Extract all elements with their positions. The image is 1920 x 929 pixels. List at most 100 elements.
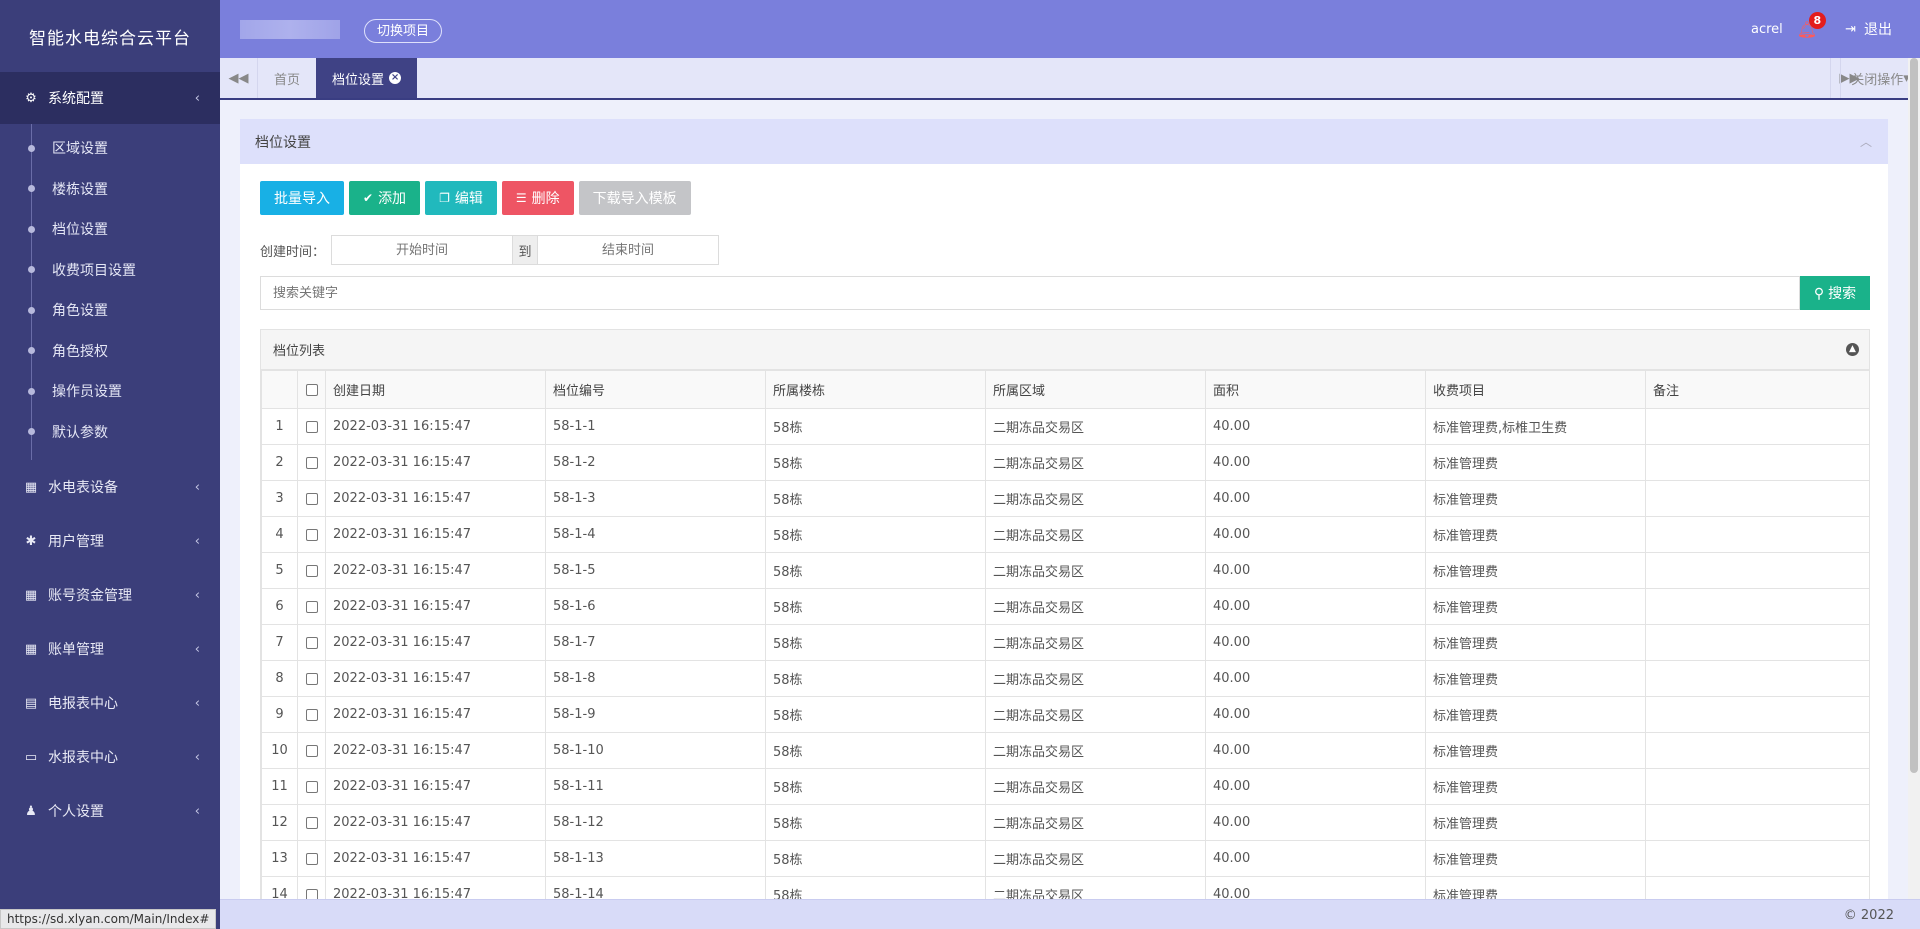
sidebar-subitem[interactable]: 档位设置 bbox=[0, 209, 220, 250]
sidebar-group[interactable]: ▦ 账号资金管理 ‹ bbox=[0, 568, 220, 622]
sidebar-group[interactable]: ♟ 个人设置 ‹ bbox=[0, 784, 220, 838]
table-cell: 二期冻品交易区 bbox=[985, 624, 1206, 661]
column-header[interactable]: 创建日期 bbox=[325, 370, 546, 409]
row-checkbox[interactable] bbox=[297, 624, 326, 661]
delete-button[interactable]: ☰ 删除 bbox=[501, 181, 574, 215]
table-row[interactable]: 7 2022-03-31 16:15:47 58-1-7 58栋 二期冻品交易区 40.0… bbox=[261, 624, 1869, 661]
table-row[interactable]: 8 2022-03-31 16:15:47 58-1-8 58栋 二期冻品交易区 40.0… bbox=[261, 660, 1869, 697]
scrollbar-thumb[interactable] bbox=[1910, 58, 1918, 773]
table-row[interactable]: 10 2022-03-31 16:15:47 58-1-10 58栋 二期冻品交易区 40… bbox=[261, 732, 1869, 769]
bell-icon[interactable]: 🔔︎ 8 bbox=[1797, 11, 1826, 39]
search-input[interactable] bbox=[260, 276, 1800, 310]
logout-label: 退出 bbox=[1864, 22, 1892, 38]
table-cell: 二期冻品交易区 bbox=[985, 660, 1206, 697]
search-button[interactable]: ⚲ 搜索 bbox=[1800, 276, 1870, 310]
sidebar-subitem[interactable]: 操作员设置 bbox=[0, 371, 220, 412]
batch-import-button[interactable]: 批量导入 bbox=[260, 181, 344, 215]
tab-home[interactable]: 首页 bbox=[258, 58, 318, 98]
tab-gear-settings[interactable]: 档位设置 × bbox=[316, 58, 418, 98]
row-checkbox[interactable] bbox=[297, 588, 326, 625]
table-row[interactable]: 1 2022-03-31 16:15:47 58-1-1 58栋 二期冻品交易区 40.0… bbox=[261, 408, 1869, 445]
table-row[interactable]: 11 2022-03-31 16:15:47 58-1-11 58栋 二期冻品交易区 40… bbox=[261, 768, 1869, 805]
subitem-label: 档位设置 bbox=[52, 222, 108, 239]
status-url: https://sd.xlyan.com/Main/Index# bbox=[0, 909, 217, 929]
panel-title: 档位设置 bbox=[255, 134, 311, 151]
table-cell bbox=[1645, 624, 1869, 661]
sidebar-subitem[interactable]: 收费项目设置 bbox=[0, 250, 220, 291]
start-date-input[interactable] bbox=[332, 236, 513, 264]
table-cell: 2022-03-31 16:15:47 bbox=[325, 552, 546, 589]
calendar-icon: ▦ bbox=[24, 479, 38, 495]
row-checkbox[interactable] bbox=[297, 840, 326, 877]
row-checkbox[interactable] bbox=[297, 516, 326, 553]
chevron-up-icon[interactable]: ︿ bbox=[1860, 133, 1872, 150]
row-checkbox[interactable] bbox=[297, 408, 326, 445]
table-cell: 40.00 bbox=[1205, 588, 1426, 625]
sidebar-group[interactable]: ▤ 电报表中心 ‹ bbox=[0, 676, 220, 730]
copy-icon: ❐ bbox=[439, 191, 450, 205]
table-cell: 二期冻品交易区 bbox=[985, 732, 1206, 769]
sidebar-subitem[interactable]: 楼栋设置 bbox=[0, 169, 220, 210]
table-row[interactable]: 9 2022-03-31 16:15:47 58-1-9 58栋 二期冻品交易区 40.0… bbox=[261, 696, 1869, 733]
table-row[interactable]: 12 2022-03-31 16:15:47 58-1-12 58栋 二期冻品交易区 40… bbox=[261, 804, 1869, 841]
table-cell: 58-1-4 bbox=[545, 516, 766, 553]
tab-scroll-left-button[interactable]: ◀◀ bbox=[220, 58, 258, 98]
add-button[interactable]: ✔ 添加 bbox=[349, 181, 421, 215]
sidebar-subitem[interactable]: 默认参数 bbox=[0, 412, 220, 453]
row-checkbox[interactable] bbox=[297, 444, 326, 481]
table-row[interactable]: 5 2022-03-31 16:15:47 58-1-5 58栋 二期冻品交易区 40.0… bbox=[261, 552, 1869, 589]
table-cell: 58栋 bbox=[765, 444, 986, 481]
tab-bar: ◀◀ 首页 档位设置 × ▶▶ 关闭操作 ▾ bbox=[220, 58, 1920, 100]
row-checkbox[interactable] bbox=[297, 804, 326, 841]
end-date-input[interactable] bbox=[538, 236, 719, 264]
column-header[interactable]: 收费项目 bbox=[1425, 370, 1646, 409]
switch-project-button[interactable]: 切换项目 bbox=[364, 19, 443, 43]
close-tab-icon[interactable]: × bbox=[389, 72, 402, 84]
row-index: 3 bbox=[261, 480, 298, 517]
page-scrollbar[interactable] bbox=[1908, 58, 1920, 899]
column-header[interactable]: 备注 bbox=[1645, 370, 1869, 409]
sidebar-group[interactable]: ▦ 水电表设备 ‹ bbox=[0, 460, 220, 514]
logout-button[interactable]: ⇥ 退出 bbox=[1845, 19, 1892, 39]
collapse-up-icon[interactable]: ▲ bbox=[1846, 343, 1859, 356]
table-cell: 2022-03-31 16:15:47 bbox=[325, 804, 546, 841]
table-row[interactable]: 2 2022-03-31 16:15:47 58-1-2 58栋 二期冻品交易区 40.0… bbox=[261, 444, 1869, 481]
download-template-button[interactable]: 下载导入模板 bbox=[578, 181, 691, 215]
row-checkbox[interactable] bbox=[297, 552, 326, 589]
footer: © 2022 bbox=[220, 899, 1920, 929]
table-cell: 58栋 bbox=[765, 804, 986, 841]
row-checkbox[interactable] bbox=[297, 768, 326, 805]
menu-system-config[interactable]: ⚙ 系统配置 ‹ bbox=[0, 72, 220, 124]
edit-button[interactable]: ❐ 编辑 bbox=[425, 181, 497, 215]
select-all-checkbox[interactable] bbox=[297, 370, 326, 409]
row-checkbox[interactable] bbox=[297, 480, 326, 517]
row-checkbox[interactable] bbox=[297, 696, 326, 733]
table-cell: 58-1-10 bbox=[545, 732, 766, 769]
column-header[interactable]: 所属楼栋 bbox=[765, 370, 986, 409]
table-row[interactable]: 13 2022-03-31 16:15:47 58-1-13 58栋 二期冻品交易区 40… bbox=[261, 840, 1869, 877]
sidebar-subitem[interactable]: 角色设置 bbox=[0, 290, 220, 331]
search-label: 搜索 bbox=[1828, 285, 1857, 301]
table-row[interactable]: 4 2022-03-31 16:15:47 58-1-4 58栋 二期冻品交易区 40.0… bbox=[261, 516, 1869, 553]
table-row[interactable]: 3 2022-03-31 16:15:47 58-1-3 58栋 二期冻品交易区 40.0… bbox=[261, 480, 1869, 517]
sidebar-group[interactable]: ▦ 账单管理 ‹ bbox=[0, 622, 220, 676]
row-checkbox[interactable] bbox=[297, 660, 326, 697]
table-cell: 58栋 bbox=[765, 768, 986, 805]
sidebar-subitem[interactable]: 区域设置 bbox=[0, 128, 220, 169]
row-checkbox[interactable] bbox=[297, 732, 326, 769]
button-label: 添加 bbox=[378, 190, 407, 206]
sidebar-subitem[interactable]: 角色授权 bbox=[0, 331, 220, 372]
table-cell: 2022-03-31 16:15:47 bbox=[325, 444, 546, 481]
sign-out-icon: ⇥ bbox=[1845, 21, 1856, 37]
table-row[interactable]: 6 2022-03-31 16:15:47 58-1-6 58栋 二期冻品交易区 40.0… bbox=[261, 588, 1869, 625]
column-header[interactable]: 所属区域 bbox=[985, 370, 1206, 409]
column-header[interactable]: 面积 bbox=[1205, 370, 1426, 409]
search-row: ⚲ 搜索 bbox=[260, 276, 1870, 310]
table-cell: 58-1-7 bbox=[545, 624, 766, 661]
sidebar-group[interactable]: ▭ 水报表中心 ‹ bbox=[0, 730, 220, 784]
column-header[interactable]: 档位编号 bbox=[545, 370, 766, 409]
date-to-label: 到 bbox=[512, 236, 539, 264]
table-cell: 58栋 bbox=[765, 660, 986, 697]
username[interactable]: acrel bbox=[1751, 22, 1783, 37]
sidebar-group[interactable]: ✱ 用户管理 ‹ bbox=[0, 514, 220, 568]
